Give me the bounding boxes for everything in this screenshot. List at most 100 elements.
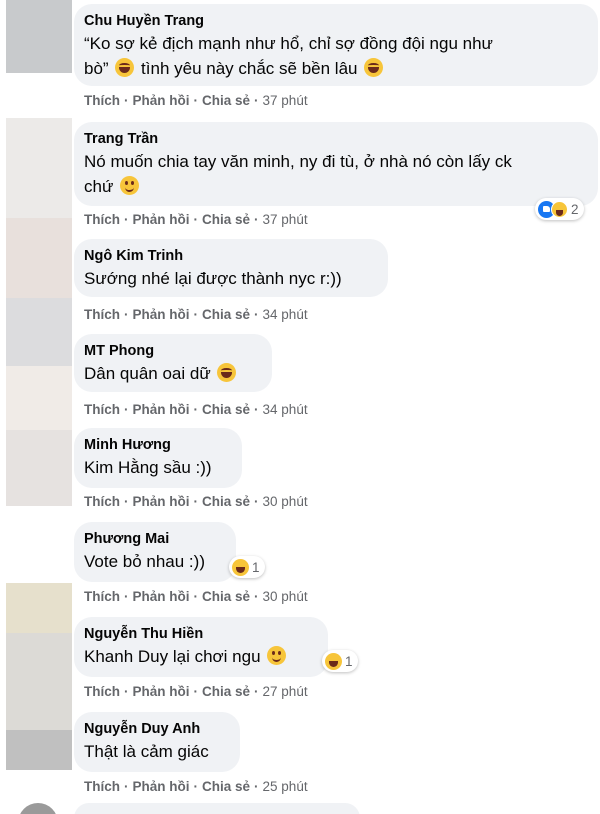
comment-text-line: “Ko sợ kẻ địch mạnh như hổ, chỉ sợ đồng …: [84, 34, 493, 53]
like-link[interactable]: Thích: [84, 212, 120, 227]
comment-bubble: Phương Mai Vote bỏ nhau :)): [74, 522, 236, 582]
avatar[interactable]: [6, 430, 72, 506]
separator: ·: [254, 589, 259, 604]
avatar[interactable]: [6, 583, 72, 633]
like-link[interactable]: Thích: [84, 684, 120, 699]
comment-time[interactable]: 34 phút: [263, 307, 308, 322]
avatar[interactable]: [6, 118, 72, 218]
haha-icon: [325, 652, 342, 670]
comment-actions: Thích · Phản hồi · Chia sẻ · 34 phút: [84, 306, 308, 324]
reaction-count: 2: [571, 201, 579, 217]
grinning-emoji-icon: [267, 646, 287, 665]
separator: ·: [124, 93, 129, 108]
separator: ·: [193, 589, 199, 604]
separator: ·: [193, 212, 199, 227]
reaction-summary[interactable]: 1: [322, 650, 358, 672]
avatar[interactable]: [6, 298, 72, 366]
reaction-count: 1: [252, 559, 260, 575]
like-link[interactable]: Thích: [84, 779, 120, 794]
comment-author[interactable]: Minh Hương: [84, 436, 230, 455]
like-link[interactable]: Thích: [84, 93, 120, 108]
reaction-summary[interactable]: 2: [535, 198, 584, 220]
comment-time[interactable]: 27 phút: [263, 684, 308, 699]
comment-bubble: [74, 803, 360, 814]
separator: ·: [193, 307, 199, 322]
comment-text-line: bò”: [84, 59, 109, 78]
comment-text-line: Dân quân oai dữ: [84, 364, 211, 383]
separator: ·: [124, 402, 129, 417]
comment-text: Sướng nhé lại được thành nyc r:)): [84, 269, 342, 288]
share-link[interactable]: Chia sẻ: [202, 589, 250, 604]
reply-link[interactable]: Phản hồi: [133, 589, 190, 604]
comment-author[interactable]: MT Phong: [84, 342, 260, 361]
comment-bubble: MT Phong Dân quân oai dữ: [74, 334, 272, 392]
share-link[interactable]: Chia sẻ: [202, 494, 250, 509]
like-link[interactable]: Thích: [84, 402, 120, 417]
comment-time[interactable]: 34 phút: [263, 402, 308, 417]
comment-text: Kim Hằng sầu :)): [84, 458, 212, 477]
reply-link[interactable]: Phản hồi: [133, 307, 190, 322]
reaction-summary[interactable]: 1: [229, 556, 265, 578]
comment-author[interactable]: Trang Trần: [84, 130, 586, 149]
separator: ·: [124, 779, 129, 794]
comment-author[interactable]: Nguyễn Duy Anh: [84, 720, 228, 739]
like-link[interactable]: Thích: [84, 494, 120, 509]
comment-actions: Thích · Phản hồi · Chia sẻ · 30 phút: [84, 588, 308, 606]
comment-time[interactable]: 25 phút: [263, 779, 308, 794]
comment-time[interactable]: 37 phút: [263, 93, 308, 108]
share-link[interactable]: Chia sẻ: [202, 402, 250, 417]
separator: ·: [254, 494, 259, 509]
separator: ·: [193, 93, 199, 108]
reply-link[interactable]: Phản hồi: [133, 494, 190, 509]
comment-text-line: tình yêu này chắc sẽ bền lâu: [141, 59, 358, 78]
separator: ·: [254, 212, 259, 227]
separator: ·: [124, 307, 129, 322]
comment-text: Khanh Duy lại chơi ngu: [84, 644, 316, 669]
reply-link[interactable]: Phản hồi: [133, 402, 190, 417]
like-link[interactable]: Thích: [84, 589, 120, 604]
comment-author[interactable]: Phương Mai: [84, 530, 224, 549]
comment-bubble: Nguyễn Thu Hiền Khanh Duy lại chơi ngu: [74, 617, 328, 677]
laughing-emoji-icon: [115, 58, 135, 77]
comment-actions: Thích · Phản hồi · Chia sẻ · 37 phút: [84, 92, 308, 110]
comment-time[interactable]: 37 phút: [263, 212, 308, 227]
comment-thread: Chu Huyền Trang “Ko sợ kẻ địch mạnh như …: [0, 0, 600, 814]
reply-link[interactable]: Phản hồi: [133, 779, 190, 794]
comment-author[interactable]: Chu Huyền Trang: [84, 12, 586, 31]
like-link[interactable]: Thích: [84, 307, 120, 322]
comment-actions: Thích · Phản hồi · Chia sẻ · 34 phút: [84, 401, 308, 419]
reply-link[interactable]: Phản hồi: [133, 212, 190, 227]
comment-text: Dân quân oai dữ: [84, 361, 260, 386]
comment-text-line: chứ: [84, 177, 114, 196]
separator: ·: [193, 779, 199, 794]
comment-author[interactable]: Nguyễn Thu Hiền: [84, 625, 316, 644]
comment-text-line: Khanh Duy lại chơi ngu: [84, 647, 261, 666]
comment-bubble: Trang Trần Nó muốn chia tay văn minh, ny…: [74, 122, 598, 206]
separator: ·: [124, 684, 129, 699]
comment-actions: Thích · Phản hồi · Chia sẻ · 30 phút: [84, 493, 308, 511]
reply-link[interactable]: Phản hồi: [133, 93, 190, 108]
comment-time[interactable]: 30 phút: [263, 589, 308, 604]
avatar[interactable]: [6, 0, 72, 73]
reaction-count: 1: [345, 653, 353, 669]
separator: ·: [254, 779, 259, 794]
comment-actions: Thích · Phản hồi · Chia sẻ · 27 phút: [84, 683, 308, 701]
share-link[interactable]: Chia sẻ: [202, 684, 250, 699]
comment-time[interactable]: 30 phút: [263, 494, 308, 509]
avatar[interactable]: [6, 633, 72, 730]
separator: ·: [254, 684, 259, 699]
reply-link[interactable]: Phản hồi: [133, 684, 190, 699]
avatar[interactable]: [18, 803, 58, 814]
comment-actions: Thích · Phản hồi · Chia sẻ · 25 phút: [84, 778, 308, 796]
share-link[interactable]: Chia sẻ: [202, 779, 250, 794]
share-link[interactable]: Chia sẻ: [202, 93, 250, 108]
avatar[interactable]: [6, 730, 72, 770]
comment-text: Nó muốn chia tay văn minh, ny đi tù, ở n…: [84, 149, 586, 199]
avatar[interactable]: [6, 218, 72, 298]
separator: ·: [124, 494, 129, 509]
share-link[interactable]: Chia sẻ: [202, 307, 250, 322]
share-link[interactable]: Chia sẻ: [202, 212, 250, 227]
laughing-emoji-icon: [217, 363, 237, 382]
avatar[interactable]: [6, 366, 72, 430]
comment-author[interactable]: Ngô Kim Trinh: [84, 247, 376, 266]
